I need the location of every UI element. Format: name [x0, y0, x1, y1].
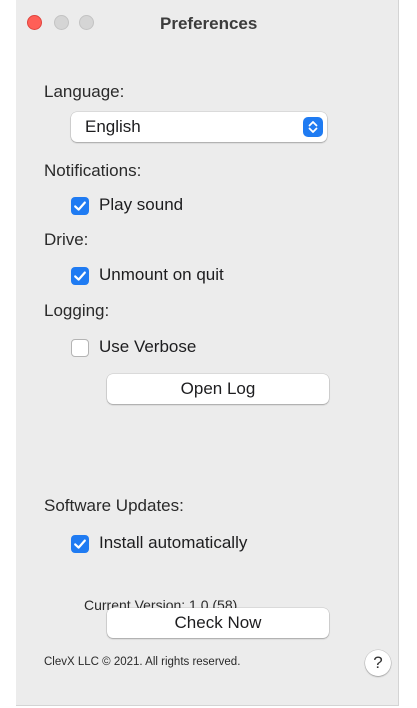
play-sound-label: Play sound [99, 195, 184, 214]
chevron-up-down-icon [303, 117, 323, 137]
window-title: Preferences [160, 14, 258, 33]
open-log-button[interactable]: Open Log [107, 374, 329, 404]
checkmark-icon [74, 201, 86, 211]
install-automatically-label: Install automatically [99, 533, 248, 552]
logging-label: Logging: [44, 301, 110, 320]
language-selected-value: English [85, 117, 141, 136]
software-updates-label: Software Updates: [44, 496, 184, 515]
drive-label: Drive: [44, 230, 89, 249]
unmount-on-quit-checkbox[interactable] [71, 267, 89, 285]
use-verbose-checkbox[interactable] [71, 339, 89, 357]
preferences-window: Preferences Language: English Notificati… [16, 0, 399, 706]
install-automatically-checkbox[interactable] [71, 535, 89, 553]
check-now-button[interactable]: Check Now [107, 608, 329, 638]
question-mark-icon: ? [373, 653, 383, 672]
language-popup[interactable]: English [71, 112, 327, 142]
copyright-text: ClevX LLC © 2021. All rights reserved. [44, 656, 241, 668]
title-bar: Preferences [16, 0, 398, 52]
play-sound-checkbox[interactable] [71, 197, 89, 215]
zoom-window-button[interactable] [79, 15, 94, 30]
help-button[interactable]: ? [365, 650, 391, 676]
use-verbose-label: Use Verbose [99, 337, 197, 356]
unmount-on-quit-label: Unmount on quit [99, 265, 224, 284]
language-label: Language: [44, 82, 125, 101]
checkmark-icon [74, 539, 86, 549]
close-window-button[interactable] [27, 15, 42, 30]
minimize-window-button[interactable] [54, 15, 69, 30]
notifications-label: Notifications: [44, 161, 142, 180]
checkmark-icon [74, 271, 86, 281]
